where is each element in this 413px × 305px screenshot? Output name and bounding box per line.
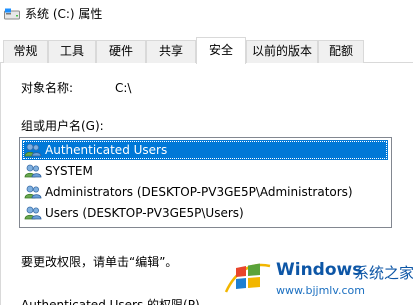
drive-icon <box>4 8 20 20</box>
watermark-cn-text: 系统之家 <box>354 264 413 282</box>
user-list[interactable]: Authenticated Users SYSTEM Administrator… <box>19 137 392 228</box>
tab-general[interactable]: 常规 <box>3 40 48 63</box>
tab-tools[interactable]: 工具 <box>48 40 96 63</box>
user-name: Users (DESKTOP-PV3GE5P\Users) <box>45 206 244 220</box>
users-group-icon <box>24 185 42 199</box>
group-or-user-label: 组或用户名(G): <box>21 119 104 133</box>
edit-hint-text: 要更改权限，请单击“编辑”。 <box>21 255 178 269</box>
watermark-url: www.bjjmlv.com <box>276 284 365 297</box>
window-title: 系统 (C:) 属性 <box>25 7 103 21</box>
watermark-brand: Windows <box>276 260 363 280</box>
tab-hardware[interactable]: 硬件 <box>96 40 146 63</box>
permissions-label: Authenticated Users 的权限(P) <box>21 298 200 305</box>
windows-logo-icon <box>224 263 271 293</box>
watermark: Windows 系统之家 www.bjjmlv.com <box>218 250 413 305</box>
users-group-icon <box>24 206 42 220</box>
tab-strip: 常规 工具 硬件 共享 安全 以前的版本 配额 <box>0 30 413 64</box>
tab-quota[interactable]: 配额 <box>318 40 364 63</box>
object-name-label: 对象名称: <box>21 81 74 95</box>
users-group-icon <box>24 164 42 178</box>
object-name-value: C:\ <box>115 81 132 95</box>
user-row-authenticated-users[interactable]: Authenticated Users <box>22 140 388 160</box>
tab-sharing[interactable]: 共享 <box>146 40 196 63</box>
users-group-icon <box>24 143 42 157</box>
user-row-system[interactable]: SYSTEM <box>22 161 388 181</box>
user-name: Administrators (DESKTOP-PV3GE5P\Administ… <box>45 185 353 199</box>
user-name: Authenticated Users <box>45 143 168 157</box>
tab-previous-versions[interactable]: 以前的版本 <box>246 40 318 63</box>
user-row-users[interactable]: Users (DESKTOP-PV3GE5P\Users) <box>22 203 388 223</box>
user-name: SYSTEM <box>45 164 93 178</box>
title-bar: 系统 (C:) 属性 <box>0 0 413 30</box>
user-row-administrators[interactable]: Administrators (DESKTOP-PV3GE5P\Administ… <box>22 182 388 202</box>
tab-security[interactable]: 安全 <box>196 37 246 64</box>
